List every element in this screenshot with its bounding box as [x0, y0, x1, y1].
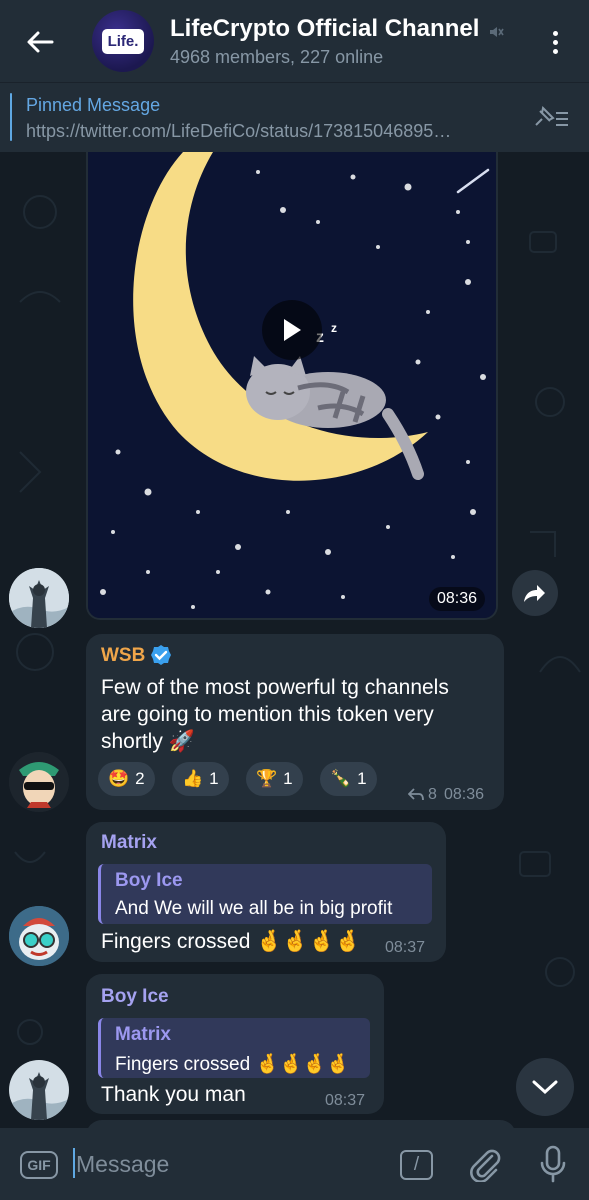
scroll-to-bottom-button[interactable] [516, 1058, 574, 1116]
reaction-champagne[interactable]: 🍾 1 [320, 762, 377, 796]
pinned-message-bar[interactable]: Pinned Message https://twitter.com/LifeD… [0, 82, 589, 152]
chat-header: Life. LifeCrypto Official Channel 4968 m… [0, 0, 589, 82]
quote-author: Boy Ice [115, 870, 183, 891]
dot-icon [552, 48, 558, 54]
sender-name[interactable]: Boy Ice [101, 986, 169, 1008]
reaction-trophy[interactable]: 🏆 1 [246, 762, 303, 796]
reaction-star-struck[interactable]: 🤩 2 [98, 762, 155, 796]
message-composer: GIF / [0, 1128, 589, 1200]
reply-quote[interactable]: Matrix Fingers crossed 🤞🤞🤞🤞 [98, 1018, 370, 1078]
channel-title[interactable]: LifeCrypto Official Channel [170, 15, 479, 43]
gif-button[interactable]: GIF [20, 1151, 58, 1179]
dot-icon [552, 39, 558, 45]
pinned-title: Pinned Message [26, 95, 161, 115]
pin-indicator [10, 93, 12, 141]
message-bubble-partial[interactable] [86, 1120, 516, 1128]
message-text: Fingers crossed 🤞🤞🤞🤞 [101, 930, 361, 953]
play-icon [284, 319, 301, 341]
back-button[interactable] [20, 22, 60, 62]
reaction-emoji: 🍾 [330, 769, 352, 788]
message-bubble-boy-ice[interactable]: Boy Ice Matrix Fingers crossed 🤞🤞🤞🤞 Than… [86, 974, 384, 1114]
paperclip-icon[interactable] [468, 1146, 502, 1182]
dot-icon [552, 30, 558, 36]
play-button[interactable] [262, 300, 322, 360]
message-text: Few of the most powerful tg channels are… [101, 674, 501, 755]
video-message[interactable]: z z 08:36 [86, 152, 498, 620]
verified-badge-icon [151, 645, 171, 665]
chevron-down-icon [532, 1080, 558, 1095]
message-bubble-wsb[interactable]: WSB Few of the most powerful tg channels… [86, 634, 504, 810]
avatar-boy-ice[interactable] [9, 1060, 69, 1120]
reply-arrow-icon [408, 788, 424, 801]
reaction-emoji: 👍 [182, 769, 204, 788]
avatar-image [9, 568, 69, 628]
reaction-emoji: 🤩 [108, 769, 130, 788]
avatar-matrix[interactable] [9, 906, 69, 966]
message-time: 08:36 [444, 786, 485, 803]
more-menu-button[interactable] [540, 24, 570, 60]
reaction-count: 1 [357, 769, 367, 788]
avatar-image [9, 906, 69, 966]
message-line: Few of the most powerful tg channels [101, 676, 449, 699]
sender-name[interactable]: WSB [101, 645, 145, 667]
chat-area[interactable]: z z 08:36 WSB Few of the most p [0, 152, 589, 1128]
reaction-count: 1 [283, 769, 293, 788]
arrow-left-icon [27, 31, 54, 53]
message-bubble-matrix[interactable]: Matrix Boy Ice And We will we all be in … [86, 822, 446, 962]
pinned-text: https://twitter.com/LifeDefiCo/status/17… [26, 121, 452, 141]
message-input[interactable] [76, 1148, 376, 1180]
quote-text: Fingers crossed 🤞🤞🤞🤞 [115, 1054, 351, 1075]
reply-count[interactable]: 8 [428, 786, 437, 804]
reply-quote[interactable]: Boy Ice And We will we all be in big pro… [98, 864, 432, 924]
avatar-boy-ice[interactable] [9, 568, 69, 628]
video-thumbnail: z z [88, 152, 496, 618]
svg-text:z: z [331, 321, 337, 335]
share-arrow-icon [524, 585, 545, 602]
video-timestamp: 08:36 [429, 587, 486, 611]
avatar-image [9, 752, 69, 812]
channel-avatar[interactable]: Life. [92, 10, 154, 72]
message-text: Thank you man [101, 1083, 246, 1106]
reaction-thumbs-up[interactable]: 👍 1 [172, 762, 229, 796]
message-time: 08:37 [325, 1092, 366, 1109]
quote-author: Matrix [115, 1024, 171, 1045]
avatar-image [9, 1060, 69, 1120]
pin-list-icon[interactable] [532, 105, 572, 131]
forward-button[interactable] [512, 570, 558, 616]
channel-logo: Life. [101, 28, 145, 54]
quote-text: And We will we all be in big profit [115, 898, 393, 919]
avatar-wsb[interactable] [9, 752, 69, 812]
muted-icon [490, 27, 504, 37]
reaction-emoji: 🏆 [256, 769, 278, 788]
message-line: are going to mention this token very [101, 703, 434, 726]
sender-name[interactable]: Matrix [101, 832, 157, 854]
message-time: 08:37 [385, 939, 426, 956]
message-line: shortly 🚀 [101, 730, 195, 753]
reaction-count: 1 [209, 769, 219, 788]
reaction-count: 2 [135, 769, 145, 788]
member-count: 4968 members, 227 online [170, 47, 384, 67]
bot-command-button[interactable]: / [400, 1150, 433, 1180]
text-cursor [73, 1148, 75, 1178]
microphone-icon[interactable] [538, 1144, 568, 1184]
